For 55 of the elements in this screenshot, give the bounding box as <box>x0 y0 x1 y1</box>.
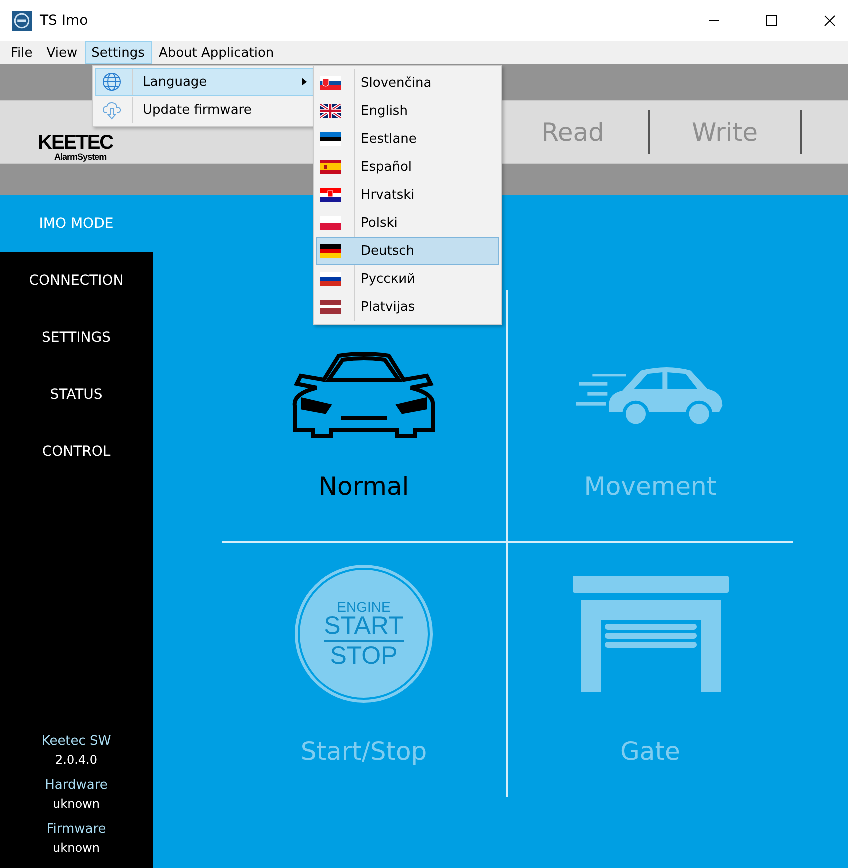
sidebar-item[interactable]: CONNECTION <box>0 252 153 309</box>
sidebar-item[interactable]: STATUS <box>0 366 153 423</box>
globe-icon <box>102 72 122 92</box>
flag-icon <box>320 76 341 90</box>
language-label: English <box>361 104 408 118</box>
info-value: 2.0.4.0 <box>56 752 98 769</box>
menu-item[interactable]: File <box>4 41 40 64</box>
submenu-option[interactable]: Hrvatski <box>316 181 499 209</box>
sidebar-item[interactable]: CONTROL <box>0 423 153 480</box>
menu-option[interactable]: Language <box>95 68 316 96</box>
menu-item[interactable]: View <box>40 41 85 64</box>
menu-option-label: Language <box>143 74 208 90</box>
logo-tagline: AlarmSystem <box>54 152 107 162</box>
submenu-option[interactable]: Polski <box>316 209 499 237</box>
info-label: Keetec SW <box>42 733 112 751</box>
submenu-option[interactable]: Eestlane <box>316 125 499 153</box>
flag-icon <box>320 272 341 286</box>
flag-icon <box>320 300 341 314</box>
cloud-download-icon <box>102 100 122 120</box>
submenu-option[interactable]: Español <box>316 153 499 181</box>
submenu-option[interactable]: English <box>316 97 499 125</box>
flag-icon <box>320 188 341 202</box>
window-title: TS Imo <box>40 12 88 28</box>
language-label: Eestlane <box>361 132 417 146</box>
submenu-option[interactable]: Slovenčina <box>316 69 499 97</box>
app-icon <box>12 10 32 30</box>
language-label: Polski <box>361 216 398 230</box>
flag-icon <box>320 104 341 118</box>
info-label: Firmware <box>46 821 106 839</box>
sidebar-item[interactable]: SETTINGS <box>0 309 153 366</box>
language-label: Hrvatski <box>361 188 415 202</box>
mode-label[interactable]: Normal <box>318 472 410 501</box>
flag-icon <box>320 160 341 174</box>
submenu-arrow-icon <box>302 78 307 86</box>
maximize-icon[interactable] <box>766 14 778 26</box>
flag-icon <box>320 244 341 258</box>
info-value: uknown <box>53 840 100 857</box>
language-label: Deutsch <box>361 244 415 258</box>
menu-item[interactable]: Settings <box>84 41 152 64</box>
language-label: Platvijas <box>361 300 416 314</box>
submenu-option[interactable]: Deutsch <box>316 237 499 265</box>
menu-option[interactable]: Update firmware <box>95 96 316 124</box>
language-label: Slovenčina <box>361 76 432 90</box>
submenu-option[interactable]: Русский <box>316 265 499 293</box>
language-label: Español <box>361 160 412 174</box>
language-label: Русский <box>361 272 416 286</box>
flag-icon <box>320 132 341 146</box>
info-label: Hardware <box>45 777 108 795</box>
menu-option-label: Update firmware <box>143 102 253 118</box>
info-value: uknown <box>53 796 100 813</box>
menu-item[interactable]: About Application <box>152 41 282 64</box>
close-icon[interactable] <box>824 14 836 26</box>
flag-icon <box>320 216 341 230</box>
submenu-option[interactable]: Platvijas <box>316 293 499 321</box>
logo-text: KEETEC <box>38 132 114 152</box>
